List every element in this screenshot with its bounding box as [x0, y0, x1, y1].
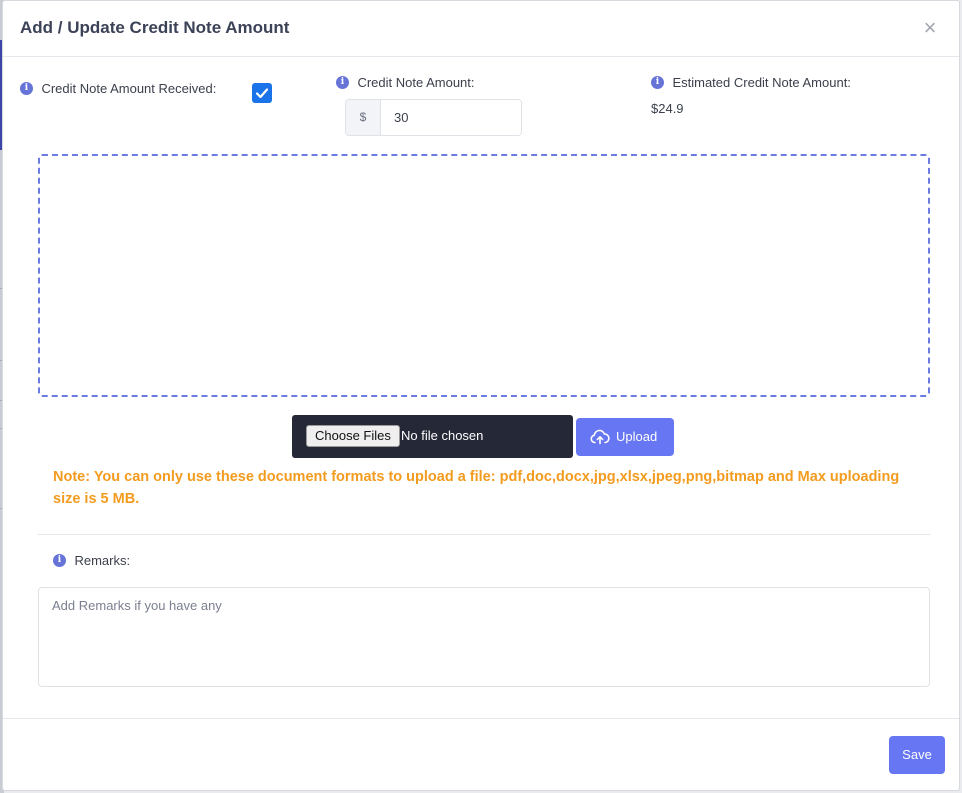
credit-note-amount-input[interactable]	[382, 100, 521, 135]
no-file-chosen-text: No file chosen	[401, 428, 484, 443]
cloud-upload-icon	[590, 429, 610, 445]
choose-files-button[interactable]: Choose Files	[306, 425, 400, 447]
close-icon: ×	[923, 15, 937, 40]
upload-button-label: Upload	[616, 429, 658, 444]
info-icon: i	[336, 76, 349, 90]
info-icon: i	[53, 554, 66, 568]
upload-format-note: Note: You can only use these document fo…	[53, 469, 900, 507]
remarks-textarea[interactable]	[38, 587, 930, 687]
credit-note-received-field: i Credit Note Amount Received:	[20, 80, 216, 98]
credit-note-received-checkbox[interactable]	[252, 83, 272, 103]
remarks-field: i Remarks:	[53, 552, 130, 570]
close-button[interactable]: ×	[919, 17, 941, 39]
modal-header: Add / Update Credit Note Amount ×	[3, 1, 959, 57]
save-button[interactable]: Save	[889, 736, 945, 774]
section-divider	[38, 534, 930, 535]
credit-note-amount-label: Credit Note Amount:	[357, 75, 475, 91]
estimated-credit-note-field: i Estimated Credit Note Amount:	[651, 74, 851, 92]
file-input[interactable]: Choose Files No file chosen	[292, 415, 573, 458]
upload-button[interactable]: Upload	[576, 418, 674, 456]
currency-prefix: $	[346, 100, 381, 135]
modal-title: Add / Update Credit Note Amount	[20, 18, 290, 37]
credit-note-amount-input-group: $	[345, 99, 522, 136]
credit-note-modal: Add / Update Credit Note Amount × i Cred…	[2, 0, 960, 791]
credit-note-received-label: Credit Note Amount Received:	[41, 81, 217, 97]
remarks-label: Remarks:	[74, 553, 131, 569]
estimated-credit-note-value: $24.9	[651, 101, 684, 116]
credit-note-amount-field: i Credit Note Amount:	[336, 74, 475, 92]
info-icon: i	[20, 82, 33, 96]
check-icon	[255, 88, 269, 99]
info-icon: i	[651, 76, 664, 90]
estimated-credit-note-label: Estimated Credit Note Amount:	[672, 75, 851, 91]
modal-footer: Save	[3, 718, 959, 791]
file-dropzone[interactable]	[38, 154, 930, 397]
